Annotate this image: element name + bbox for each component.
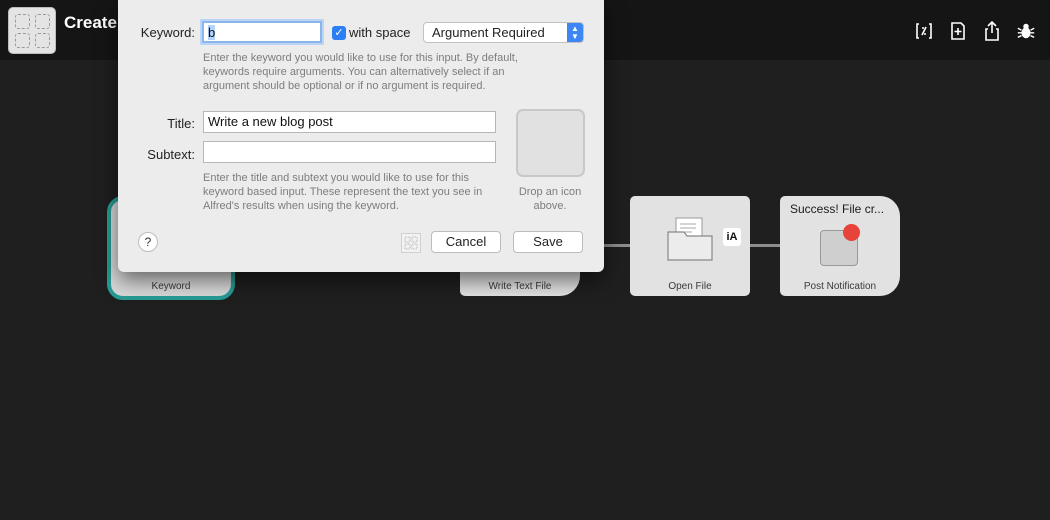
grid-cell-icon	[35, 14, 50, 29]
post-notification-node[interactable]: Success! File cr... Post Notification	[780, 196, 900, 296]
keyword-value: b	[208, 25, 216, 40]
grid-cell-icon	[35, 33, 50, 48]
chevron-updown-icon: ▲ ▼	[567, 23, 583, 42]
save-button[interactable]: Save	[513, 231, 583, 253]
node-label: Post Notification	[803, 281, 877, 292]
node-label: Open File	[668, 281, 712, 292]
help-button[interactable]: ?	[138, 232, 158, 252]
title-input[interactable]: Write a new blog post	[203, 111, 496, 133]
icon-drop-well[interactable]	[516, 109, 585, 177]
node-label: Write Text File	[488, 281, 552, 292]
workflow-icon[interactable]	[8, 7, 56, 54]
folder-icon	[667, 217, 713, 261]
with-space-checkbox[interactable]: ✓	[332, 26, 346, 40]
open-file-node[interactable]: Open File	[630, 196, 750, 296]
keyword-label: Keyword:	[140, 25, 195, 40]
workflow-title: Create	[64, 13, 117, 32]
grid-icon[interactable]	[401, 233, 421, 253]
notification-badge-icon	[843, 224, 860, 241]
keyword-help-text: Enter the keyword you would like to use …	[203, 52, 518, 92]
subtext-label: Subtext:	[147, 147, 195, 162]
grid-cell-icon	[15, 33, 30, 48]
keyword-config-dialog: Keyword: b ✓ with space Argument Require…	[118, 0, 604, 272]
title-label: Title:	[167, 116, 195, 131]
connector-line	[750, 244, 780, 247]
variable-icon[interactable]	[914, 20, 934, 42]
grid-cell-icon	[15, 14, 30, 29]
subtext-input[interactable]	[203, 141, 496, 163]
share-icon[interactable]	[982, 20, 1002, 42]
add-object-icon[interactable]	[948, 20, 968, 42]
cancel-button[interactable]: Cancel	[431, 231, 501, 253]
drop-icon-hint: Drop an icon above.	[518, 186, 582, 212]
argument-select[interactable]: Argument Required ▲ ▼	[423, 22, 584, 43]
with-space-label[interactable]: with space	[349, 25, 410, 40]
keyword-input[interactable]: b	[202, 21, 322, 43]
ia-writer-app-icon: iA	[723, 228, 741, 246]
notification-title: Success! File cr...	[790, 202, 885, 216]
node-label: Keyword	[151, 281, 191, 292]
debug-bug-icon[interactable]	[1016, 20, 1036, 42]
argument-select-value: Argument Required	[432, 25, 545, 40]
title-help-text: Enter the title and subtext you would li…	[203, 172, 483, 212]
